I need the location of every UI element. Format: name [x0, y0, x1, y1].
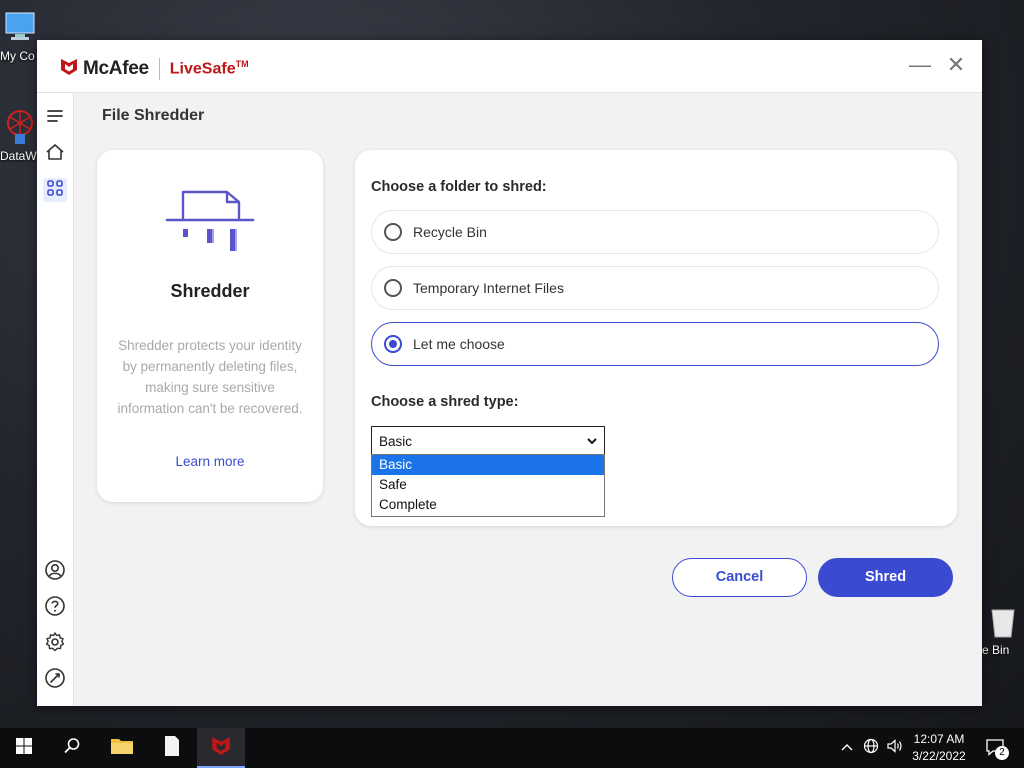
help-icon [44, 595, 66, 622]
taskbar-clock[interactable]: 12:07 AM 3/22/2022 [904, 731, 974, 765]
product-name: LiveSafeTM [169, 58, 249, 78]
menu-button[interactable] [43, 106, 67, 130]
shred-type-select[interactable]: Basic [371, 426, 605, 455]
shred-type-selected-value: Basic [379, 434, 413, 449]
option-label: Recycle Bin [413, 224, 487, 240]
speaker-icon [886, 738, 904, 759]
account-icon [44, 559, 66, 586]
clock-time: 12:07 AM [913, 732, 965, 746]
mcafee-window: McAfee LiveSafeTM — ✕ File Shredder Shre… [37, 40, 982, 706]
shredder-illustration-icon [165, 188, 255, 259]
option-recycle-bin[interactable]: Recycle Bin [371, 210, 939, 254]
document-icon [163, 735, 181, 762]
folder-section-label: Choose a folder to shred: [371, 179, 547, 195]
minimize-button[interactable]: — [907, 52, 933, 78]
desktop-icon-my-computer[interactable]: My Co [0, 10, 40, 63]
notification-icon: 2 [985, 738, 1009, 760]
shred-options-card: Choose a folder to shred: Recycle Bin Te… [355, 150, 957, 526]
brand-name: McAfee [83, 57, 149, 79]
apps-button[interactable] [43, 178, 67, 202]
notification-center-button[interactable]: 2 [980, 728, 1010, 768]
chevron-up-icon [841, 739, 853, 757]
option-let-me-choose[interactable]: Let me choose [371, 322, 939, 366]
mcafee-shield-icon [59, 56, 79, 81]
folder-icon [110, 736, 134, 761]
mcafee-shield-icon [210, 734, 232, 761]
navigation-rail [37, 93, 74, 706]
shred-type-label: Choose a shred type: [371, 394, 519, 410]
notification-count-badge: 2 [995, 746, 1009, 760]
settings-icon [44, 631, 66, 658]
logo-divider [158, 57, 160, 80]
computer-icon [0, 10, 40, 47]
datawarehouse-icon [0, 108, 40, 147]
clock-date: 3/22/2022 [912, 749, 966, 763]
page-title: File Shredder [102, 107, 205, 124]
windows-logo-icon [15, 737, 33, 760]
learn-more-link[interactable]: Learn more [97, 454, 323, 469]
search-button[interactable] [48, 728, 96, 768]
shredder-info-card: Shredder Shredder protects your identity… [97, 150, 323, 502]
taskbar: 12:07 AM 3/22/2022 2 [0, 728, 1024, 768]
dropdown-option-safe[interactable]: Safe [372, 475, 604, 495]
show-hidden-icons-button[interactable] [838, 728, 856, 768]
settings-button[interactable] [43, 631, 67, 658]
feedback-icon [44, 667, 66, 694]
radio-button-selected[interactable] [384, 335, 402, 353]
shred-button[interactable]: Shred [818, 558, 953, 597]
app-logo: McAfee LiveSafeTM [59, 56, 249, 81]
chevron-down-icon [586, 434, 598, 452]
network-button[interactable] [860, 728, 882, 768]
file-explorer-button[interactable] [98, 728, 146, 768]
recycle-bin-icon [982, 604, 1024, 641]
cancel-button[interactable]: Cancel [672, 558, 807, 597]
menu-icon [46, 108, 64, 129]
apps-grid-icon [46, 179, 64, 202]
desktop-icon-label: e Bin [982, 643, 1010, 657]
title-bar: McAfee LiveSafeTM — ✕ [37, 40, 982, 93]
close-button[interactable]: ✕ [943, 52, 969, 78]
dropdown-option-complete[interactable]: Complete [372, 495, 604, 515]
start-button[interactable] [0, 728, 48, 768]
desktop-icon-label: My Co [0, 49, 35, 63]
desktop-icon-recycle-bin[interactable]: e Bin [982, 604, 1024, 657]
globe-icon [863, 738, 879, 759]
help-button[interactable] [43, 595, 67, 622]
notepad-button[interactable] [148, 728, 196, 768]
radio-button[interactable] [384, 279, 402, 297]
desktop-icon-datawarehouse[interactable]: DataW [0, 108, 40, 163]
shredder-title: Shredder [170, 281, 250, 301]
volume-button[interactable] [884, 728, 906, 768]
mcafee-taskbar-button[interactable] [197, 728, 245, 768]
home-icon [45, 143, 65, 166]
search-icon [63, 737, 81, 760]
desktop-icon-label: DataW [0, 149, 37, 163]
option-label: Let me choose [413, 336, 505, 352]
option-temporary-internet-files[interactable]: Temporary Internet Files [371, 266, 939, 310]
feedback-button[interactable] [43, 667, 67, 694]
account-button[interactable] [43, 559, 67, 586]
dropdown-option-basic[interactable]: Basic [372, 455, 604, 475]
shred-type-dropdown: Basic Safe Complete [371, 454, 605, 517]
option-label: Temporary Internet Files [413, 280, 564, 296]
radio-button[interactable] [384, 223, 402, 241]
home-button[interactable] [43, 142, 67, 166]
shredder-description: Shredder protects your identity by perma… [117, 338, 303, 416]
